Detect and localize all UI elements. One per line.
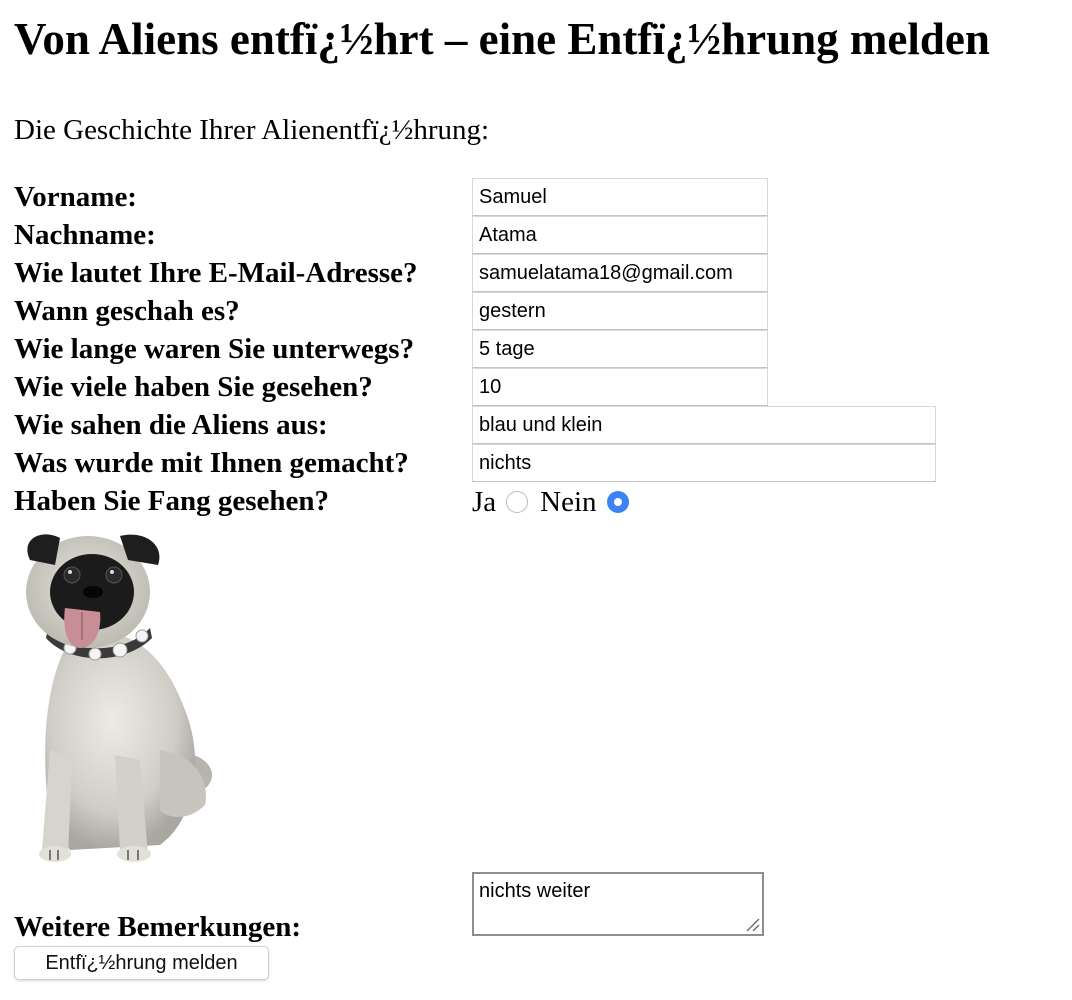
intro-text: Die Geschichte Ihrer Alienentfï¿½hrung: [14, 114, 490, 146]
first-name-label: Vorname: [14, 181, 137, 213]
fang-dog-photo [26, 534, 212, 862]
radio-yes[interactable] [506, 491, 529, 513]
what-happened-input[interactable] [472, 444, 936, 482]
radio-yes-label: Ja [472, 485, 497, 518]
duration-label: Wie lange waren Sie unterwegs? [14, 333, 415, 365]
how-many-input[interactable] [472, 368, 768, 406]
last-name-label: Nachname: [14, 219, 156, 251]
report-abduction-button[interactable]: Entfï¿½hrung melden [14, 946, 269, 980]
fang-spotted-radio-group: Ja Nein [472, 484, 641, 520]
fang-spotted-label: Haben Sie Fang gesehen? [14, 485, 329, 517]
what-happened-label: Was wurde mit Ihnen gemacht? [14, 447, 409, 479]
how-many-label: Wie viele haben Sie gesehen? [14, 371, 373, 403]
when-label: Wann geschah es? [14, 295, 240, 327]
email-label: Wie lautet Ihre E-Mail-Adresse? [14, 257, 418, 289]
alien-description-input[interactable] [472, 406, 936, 444]
page-title: Von Aliens entfï¿½hrt – eine Entfï¿½hrun… [14, 14, 990, 64]
comments-label: Weitere Bemerkungen: [14, 911, 301, 943]
radio-no[interactable] [606, 491, 629, 513]
last-name-input[interactable] [472, 216, 768, 254]
alien-description-label: Wie sahen die Aliens aus: [14, 409, 328, 441]
first-name-input[interactable] [472, 178, 768, 216]
radio-no-label: Nein [540, 485, 597, 518]
email-input[interactable] [472, 254, 768, 292]
comments-textarea[interactable]: nichts weiter [472, 872, 764, 936]
when-input[interactable] [472, 292, 768, 330]
duration-input[interactable] [472, 330, 768, 368]
